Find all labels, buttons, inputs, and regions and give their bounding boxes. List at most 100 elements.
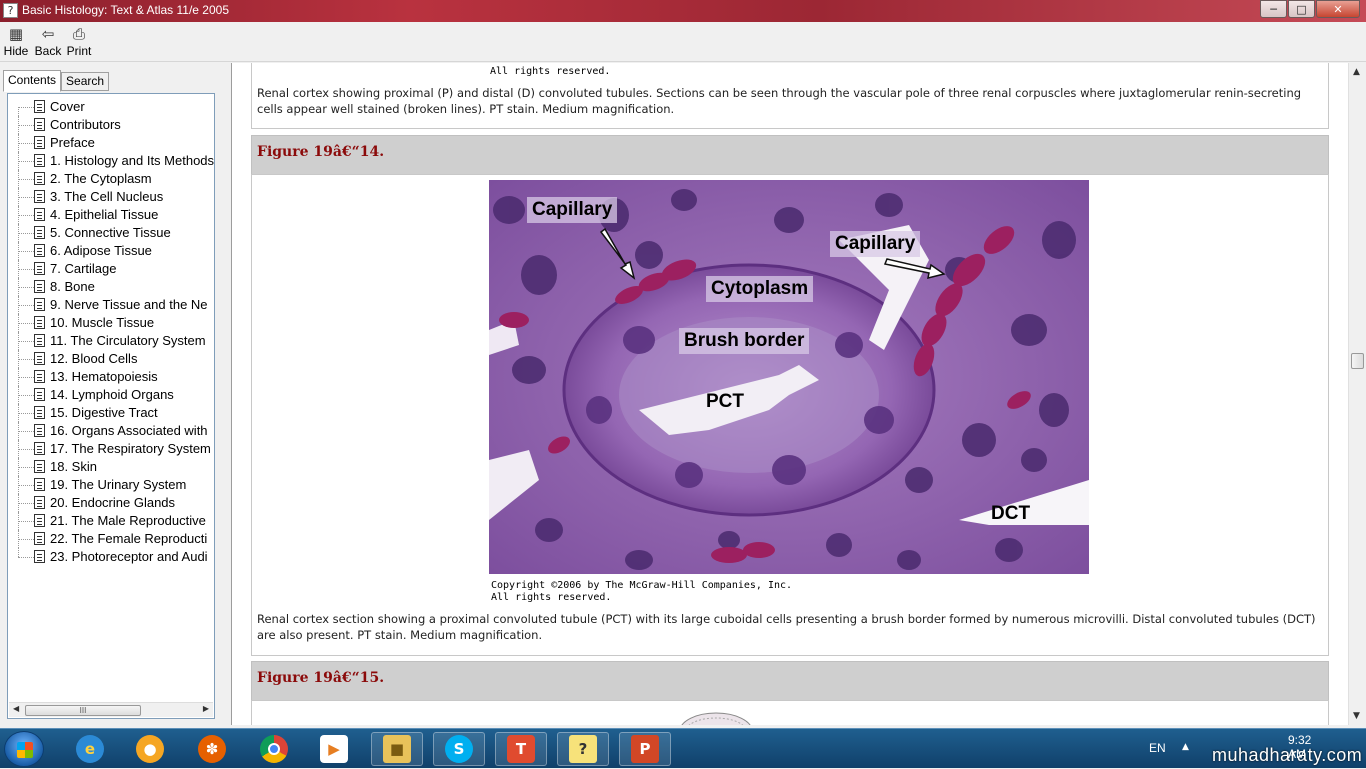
tree-item[interactable]: 22. The Female Reproducti — [12, 530, 212, 548]
internet-explorer-icon[interactable]: e — [64, 732, 116, 766]
document-icon — [34, 406, 45, 419]
document-icon — [34, 136, 45, 149]
nav-tabs: Contents Search — [3, 70, 110, 92]
back-button[interactable]: ⇦ Back — [32, 24, 64, 60]
tree-item[interactable]: Cover — [12, 98, 212, 116]
taskbar: e ● ✽ ▶ ■ S T ? P EN ▲ muhadharaty.com 9… — [0, 728, 1366, 768]
tree-item[interactable]: 4. Epithelial Tissue — [12, 206, 212, 224]
tree-item[interactable]: Contributors — [12, 116, 212, 134]
hide-button[interactable]: ▦ Hide — [0, 24, 32, 60]
powerpoint-icon[interactable]: P — [619, 732, 671, 766]
tree-connector — [18, 107, 19, 116]
document-icon — [34, 388, 45, 401]
tree-item[interactable]: 9. Nerve Tissue and the Ne — [12, 296, 212, 314]
tree-item[interactable]: 11. The Circulatory System — [12, 332, 212, 350]
figure-15-panel — [251, 700, 1329, 725]
tree-item[interactable]: 3. The Cell Nucleus — [12, 188, 212, 206]
tree-item[interactable]: 8. Bone — [12, 278, 212, 296]
tree-item[interactable]: 15. Digestive Tract — [12, 404, 212, 422]
prev-figure-caption: Renal cortex showing proximal (P) and di… — [257, 86, 1302, 116]
document-icon — [34, 334, 45, 347]
document-icon — [34, 532, 45, 545]
window-controls: ─ □ ✕ — [1259, 0, 1360, 18]
tree-item-label: 13. Hematopoiesis — [50, 369, 158, 384]
tree-item[interactable]: 1. Histology and Its Methods — [12, 152, 215, 170]
scroll-down-icon[interactable]: ▼ — [1353, 711, 1360, 721]
back-arrow-icon: ⇦ — [41, 25, 55, 43]
figure-15-heading: Figure 19â€“15. — [257, 670, 385, 686]
tree-item-label: 4. Epithelial Tissue — [50, 207, 159, 222]
language-indicator[interactable]: EN — [1149, 741, 1166, 755]
document-icon — [34, 442, 45, 455]
vertical-scroll-thumb[interactable] — [1351, 353, 1364, 369]
tree-item[interactable]: 7. Cartilage — [12, 260, 212, 278]
document-icon — [34, 100, 45, 113]
tree-item[interactable]: 20. Endocrine Glands — [12, 494, 212, 512]
tree-item[interactable]: 13. Hematopoiesis — [12, 368, 212, 386]
navigation-pane: Contents Search Cover Contributors Preface… — [0, 63, 222, 725]
figure-14-rights: All rights reserved. — [491, 592, 612, 603]
tree-item-label: Cover — [50, 99, 85, 114]
tree-item-label: 16. Organs Associated with — [50, 423, 208, 438]
tree-item[interactable]: 21. The Male Reproductive — [12, 512, 212, 530]
label-pct: PCT — [706, 391, 744, 412]
tree-item[interactable]: 23. Photoreceptor and Audi — [12, 548, 212, 566]
tree-item-label: 20. Endocrine Glands — [50, 495, 176, 510]
label-capillary-left: Capillary — [527, 197, 618, 223]
media-player-icon[interactable]: ▶ — [308, 732, 360, 766]
scroll-right-icon[interactable]: ▶ — [203, 704, 209, 713]
show-hidden-icons-icon[interactable]: ▲ — [1182, 742, 1189, 752]
tree-item[interactable]: 17. The Respiratory System — [12, 440, 212, 458]
label-dct: DCT — [991, 503, 1031, 524]
scroll-left-icon[interactable]: ◀ — [13, 704, 19, 713]
tree-item[interactable]: 5. Connective Tissue — [12, 224, 212, 242]
file-explorer-icon[interactable]: ■ — [371, 732, 423, 766]
tree-item[interactable]: 19. The Urinary System — [12, 476, 212, 494]
figure-14-heading: Figure 19â€“14. — [257, 144, 385, 160]
chrome-icon[interactable] — [248, 732, 300, 766]
tree-item-label: Preface — [50, 135, 95, 150]
minimize-button[interactable]: ─ — [1260, 0, 1287, 18]
tree-item-label: Contributors — [50, 117, 121, 132]
print-button[interactable]: ⎙ Print — [63, 24, 95, 60]
tree-item[interactable]: 2. The Cytoplasm — [12, 170, 212, 188]
horizontal-scrollbar[interactable]: ◀ III ▶ — [9, 702, 213, 717]
document-icon — [34, 550, 45, 563]
tree-item-label: 7. Cartilage — [50, 261, 117, 276]
tree-item[interactable]: 6. Adipose Tissue — [12, 242, 212, 260]
tree-item-label: 1. Histology and Its Methods — [50, 153, 215, 168]
skype-icon[interactable]: S — [433, 732, 485, 766]
vertical-scrollbar[interactable]: ▲ ▼ — [1348, 63, 1366, 725]
media-center-icon[interactable]: ● — [124, 732, 176, 766]
tree-item[interactable]: 12. Blood Cells — [12, 350, 212, 368]
document-icon — [34, 262, 45, 275]
prev-copyright: All rights reserved. — [490, 66, 611, 77]
content-area: All rights reserved. Renal cortex showin… — [231, 63, 1348, 725]
document-icon — [34, 226, 45, 239]
maximize-button[interactable]: □ — [1288, 0, 1315, 18]
scroll-up-icon[interactable]: ▲ — [1353, 67, 1360, 77]
document-icon — [34, 154, 45, 167]
tree-item[interactable]: 14. Lymphoid Organs — [12, 386, 212, 404]
pane-splitter[interactable] — [222, 63, 230, 725]
scroll-thumb[interactable]: III — [25, 705, 141, 716]
tree-item-label: 5. Connective Tissue — [50, 225, 171, 240]
clock-time[interactable]: 9:32 AM — [1288, 733, 1311, 761]
start-button[interactable] — [4, 731, 44, 767]
tree-item[interactable]: Preface — [12, 134, 212, 152]
tree-item-label: 9. Nerve Tissue and the Ne — [50, 297, 208, 312]
tree-item[interactable]: 10. Muscle Tissue — [12, 314, 212, 332]
tree-item-label: 3. The Cell Nucleus — [50, 189, 164, 204]
print-label: Print — [66, 44, 92, 58]
tab-search[interactable]: Search — [61, 72, 110, 91]
help-viewer-icon[interactable]: ? — [557, 732, 609, 766]
tree-connector — [18, 548, 19, 557]
tree-list: Cover Contributors Preface 1. Histology and… — [12, 98, 215, 566]
close-button[interactable]: ✕ — [1316, 0, 1360, 18]
tab-contents[interactable]: Contents — [3, 70, 62, 92]
tree-item-label: 6. Adipose Tissue — [50, 243, 152, 258]
tree-item[interactable]: 16. Organs Associated with — [12, 422, 212, 440]
t-app-icon[interactable]: T — [495, 732, 547, 766]
firefox-icon[interactable]: ✽ — [186, 732, 238, 766]
tree-item[interactable]: 18. Skin — [12, 458, 212, 476]
